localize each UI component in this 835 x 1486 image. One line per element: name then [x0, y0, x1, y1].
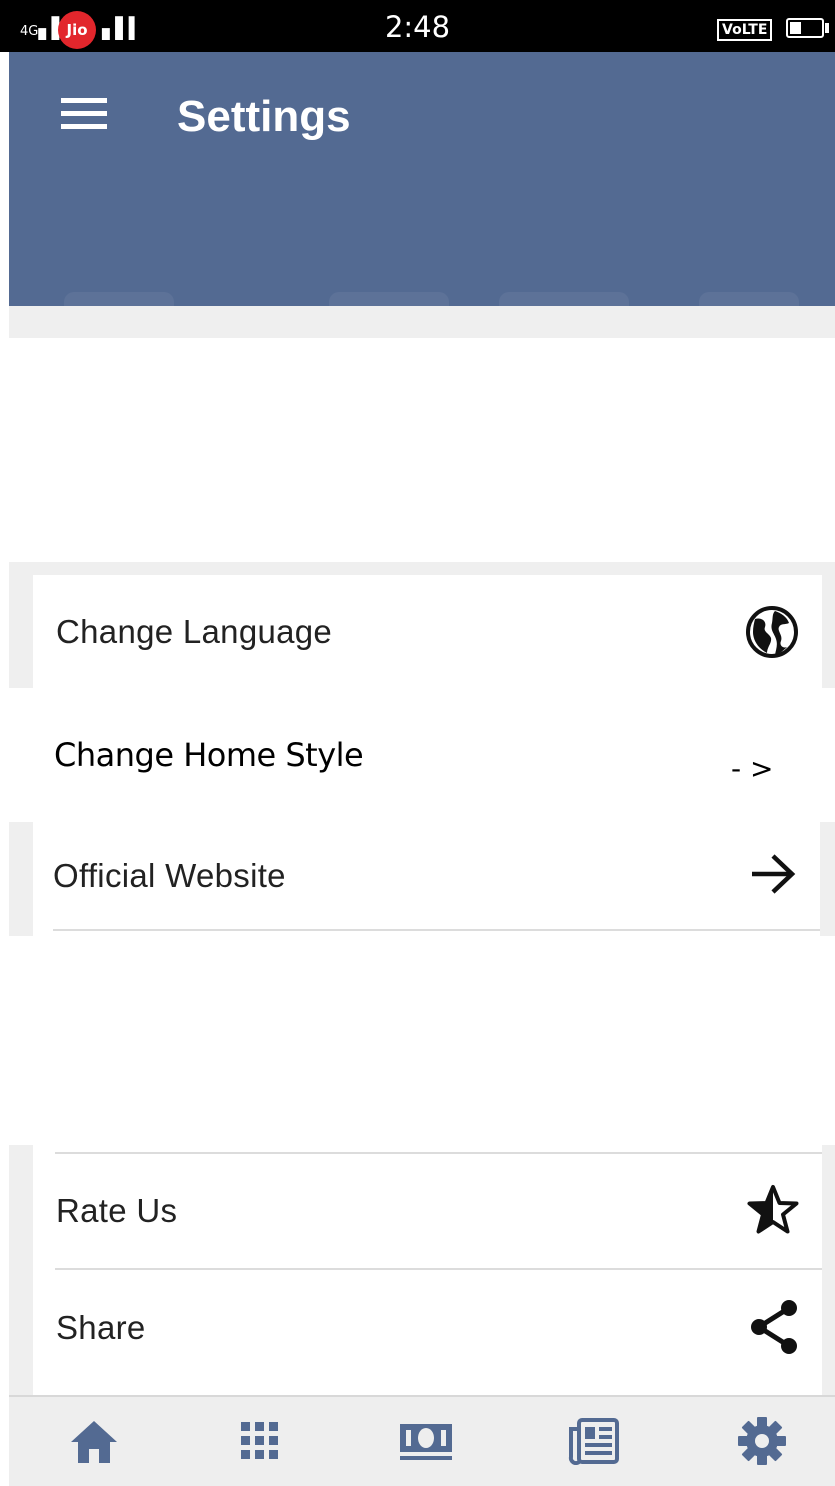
separator-band: [9, 306, 835, 338]
status-bar: 4G▖▌▍ Jio ▖▌▍ 2:48 VoLTE: [0, 0, 835, 52]
setting-change-language[interactable]: Change Language: [33, 575, 822, 688]
bottom-nav: [9, 1395, 835, 1486]
battery-icon: [786, 18, 824, 38]
money-icon: [398, 1419, 454, 1468]
side-band: [9, 1145, 33, 1395]
ghost-shape: [699, 292, 799, 306]
side-band: [822, 1145, 835, 1395]
setting-official-website[interactable]: Official Website: [33, 822, 820, 930]
newspaper-icon: [567, 1417, 621, 1470]
setting-label: Rate Us: [56, 1192, 178, 1229]
side-band: [9, 822, 33, 936]
star-half-icon: [746, 1184, 800, 1241]
setting-change-home-style[interactable]: Change Home Style - >: [9, 688, 835, 822]
setting-label: Change Home Style: [54, 736, 364, 774]
setting-label: Change Language: [56, 612, 333, 650]
share-icon: [749, 1298, 801, 1361]
dash-arrow-icon: - >: [731, 752, 774, 785]
setting-label: Share: [56, 1308, 146, 1346]
ghost-shape: [64, 292, 174, 306]
nav-money-button[interactable]: [396, 1415, 456, 1471]
nav-settings-button[interactable]: [732, 1415, 792, 1471]
volte-badge: VoLTE: [717, 19, 773, 41]
ghost-shape: [329, 292, 449, 306]
nav-news-button[interactable]: [564, 1415, 624, 1471]
gear-icon: [736, 1415, 788, 1472]
page-title: Settings: [177, 92, 351, 141]
divider: [53, 929, 820, 931]
globe-icon: [745, 605, 799, 664]
app-bar: Settings: [9, 52, 835, 306]
side-band: [820, 822, 835, 936]
battery-tip: [825, 23, 829, 33]
setting-rate-us[interactable]: Rate Us: [33, 1154, 822, 1268]
home-icon: [68, 1417, 120, 1470]
ghost-shape: [499, 292, 629, 306]
hamburger-menu-icon[interactable]: [61, 96, 107, 132]
setting-share[interactable]: Share: [33, 1270, 822, 1385]
grid-icon: [240, 1421, 280, 1466]
arrow-right-icon: [749, 852, 797, 901]
setting-label: Official Website: [53, 857, 286, 894]
status-time: 2:48: [384, 10, 451, 44]
nav-home-button[interactable]: [64, 1415, 124, 1471]
nav-apps-button[interactable]: [230, 1415, 290, 1471]
